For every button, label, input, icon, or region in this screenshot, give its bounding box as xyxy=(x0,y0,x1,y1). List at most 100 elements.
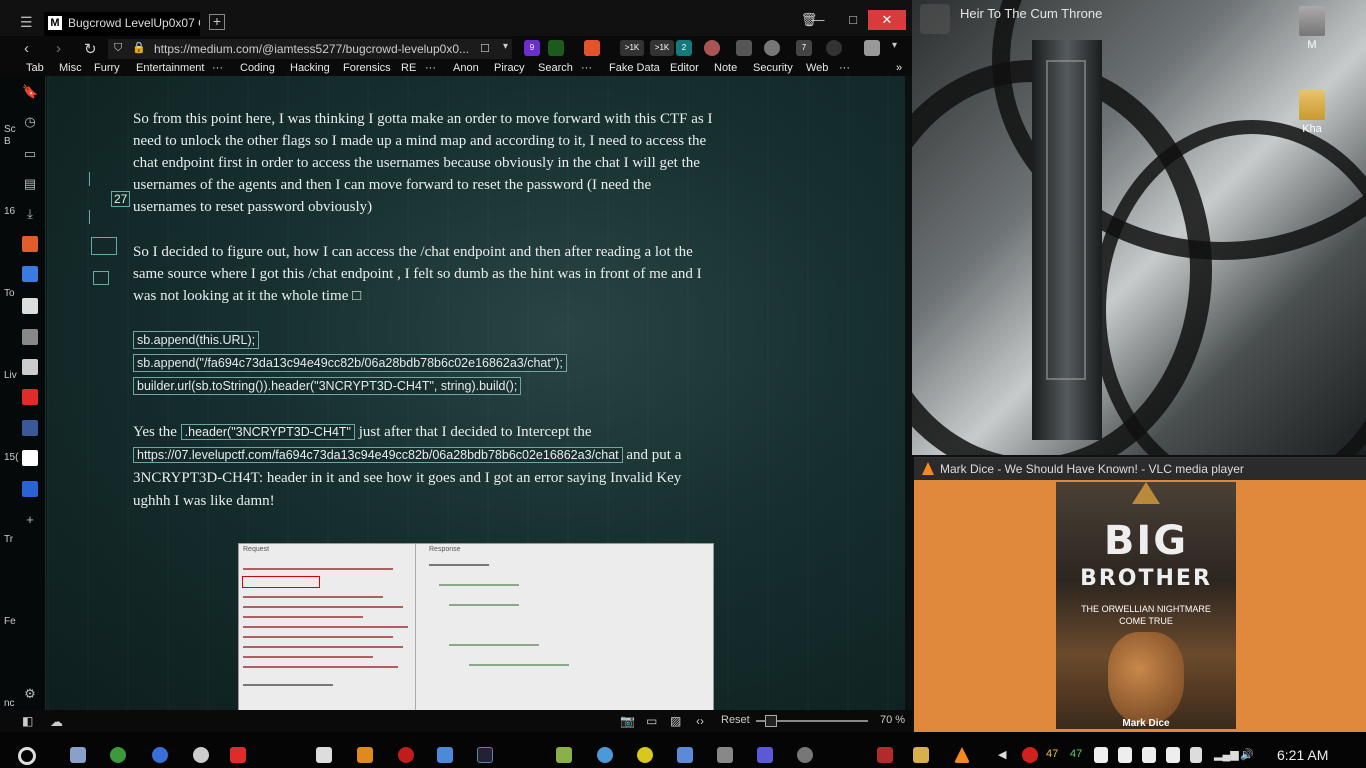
chromium-icon[interactable] xyxy=(152,747,168,763)
extension-icon-mask[interactable] xyxy=(826,40,842,56)
extension-icon-green[interactable] xyxy=(548,40,564,56)
extension-icon-ip[interactable] xyxy=(764,40,780,56)
extension-badge-5[interactable]: 7 xyxy=(796,40,812,56)
bookmark-item[interactable]: Entertainment xyxy=(136,62,204,74)
bookmark-item[interactable]: Security xyxy=(753,62,793,74)
bookmarks-panel-icon[interactable]: 🔖 xyxy=(22,84,38,100)
notes-icon[interactable]: ▤ xyxy=(22,176,38,192)
code-icon[interactable]: ‹› xyxy=(696,714,704,728)
bookmark-item[interactable]: Hacking xyxy=(290,62,330,74)
shield-icon[interactable]: ⛉ xyxy=(114,42,122,55)
history-icon[interactable]: ◷ xyxy=(22,114,38,130)
chevron-right-icon[interactable]: » xyxy=(896,62,902,74)
terminal-icon[interactable] xyxy=(477,747,493,763)
wifi-icon[interactable]: ▂▄▆ xyxy=(1214,748,1239,761)
vivaldi-icon[interactable] xyxy=(230,747,246,763)
zoom-slider-handle[interactable] xyxy=(765,715,777,727)
volume-icon[interactable]: 🔊 xyxy=(1240,748,1254,761)
close-button[interactable]: ✕ xyxy=(868,10,906,30)
camera-icon[interactable]: 📷 xyxy=(620,714,635,728)
window-icon[interactable]: ▭ xyxy=(646,714,657,728)
bookmark-item[interactable]: Misc xyxy=(59,62,82,74)
zoom-reset-button[interactable]: Reset xyxy=(721,714,750,726)
clipboard-tray-icon[interactable] xyxy=(1190,747,1202,763)
files-app-icon[interactable] xyxy=(70,747,86,763)
gaming-app-icon[interactable] xyxy=(717,747,733,763)
panel-toggle-icon[interactable]: ◧ xyxy=(22,714,33,728)
chevron-down-icon[interactable]: ▾ xyxy=(503,41,508,52)
web-panel-gray-icon[interactable] xyxy=(22,329,38,345)
bookmark-item[interactable]: Tab xyxy=(26,62,44,74)
hamburger-icon[interactable]: ☰ xyxy=(20,14,33,31)
bookmark-item[interactable]: Editor xyxy=(670,62,699,74)
maximize-button[interactable]: □ xyxy=(838,10,868,30)
extension-badge-1[interactable]: 9 xyxy=(524,40,540,56)
bookmark-item[interactable]: Web xyxy=(806,62,828,74)
google-icon[interactable] xyxy=(22,450,38,466)
start-menu-icon[interactable] xyxy=(18,747,36,765)
cherry-icon[interactable] xyxy=(398,747,414,763)
bookmark-item[interactable]: Coding xyxy=(240,62,275,74)
chrome-icon[interactable] xyxy=(110,747,126,763)
web-panel-translate-icon[interactable] xyxy=(22,266,38,282)
extension-badge-4[interactable]: 2 xyxy=(676,40,692,56)
youtube-icon[interactable] xyxy=(22,389,38,405)
bookmark-item[interactable]: Piracy xyxy=(494,62,525,74)
reading-list-icon[interactable]: ▭ xyxy=(22,146,38,162)
settings-gear-icon[interactable]: ⚙ xyxy=(22,686,38,702)
tray-window-icon[interactable] xyxy=(1142,747,1156,763)
tray-window-icon[interactable] xyxy=(1094,747,1108,763)
browser-icon[interactable] xyxy=(193,747,209,763)
bookmark-item[interactable]: Furry xyxy=(94,62,120,74)
extension-icon-orange[interactable] xyxy=(584,40,600,56)
folder-app-icon[interactable] xyxy=(913,747,929,763)
tray-window-icon[interactable] xyxy=(1166,747,1180,763)
calculator-icon[interactable] xyxy=(316,747,332,763)
shield-panel-icon[interactable] xyxy=(22,481,38,497)
image-icon[interactable]: ▨ xyxy=(670,714,681,728)
extension-icon-p[interactable] xyxy=(864,40,880,56)
sublime-icon[interactable] xyxy=(357,747,373,763)
bug-app-icon[interactable] xyxy=(677,747,693,763)
cloud-sync-icon[interactable]: ☁ xyxy=(50,714,63,730)
web-panel-tumblr-icon[interactable] xyxy=(22,236,38,252)
vlc-titlebar[interactable]: Mark Dice - We Should Have Known! - VLC … xyxy=(914,458,1366,480)
target-app-icon[interactable] xyxy=(637,747,653,763)
menu-dropdown-icon[interactable]: ▾ xyxy=(892,40,897,51)
web-panel-incognito-icon[interactable] xyxy=(22,298,38,314)
response-icon[interactable] xyxy=(91,237,117,255)
cookie-extension-icon[interactable] xyxy=(704,40,720,56)
bookmark-item[interactable]: Note xyxy=(714,62,737,74)
extension-badge-3[interactable]: >1K xyxy=(650,40,674,56)
notes-app-icon[interactable] xyxy=(556,747,572,763)
disk-app-icon[interactable] xyxy=(797,747,813,763)
editor-icon[interactable] xyxy=(437,747,453,763)
extension-icon-gray[interactable] xyxy=(736,40,752,56)
bookmark-item[interactable]: RE xyxy=(401,62,416,74)
bookmark-item[interactable]: Forensics xyxy=(343,62,391,74)
desktop-window-icon[interactable] xyxy=(920,4,950,34)
network-app-icon[interactable] xyxy=(597,747,613,763)
tray-window-icon[interactable] xyxy=(1118,747,1132,763)
bookmark-item[interactable]: Anon xyxy=(453,62,479,74)
bookmark-item[interactable]: Search xyxy=(538,62,573,74)
desktop-folder-kha[interactable]: Kha xyxy=(1292,90,1332,135)
gmail-tray-icon[interactable] xyxy=(1022,747,1038,763)
address-bar[interactable]: ⛉ 🔒 https://medium.com/@iamtess5277/bugc… xyxy=(108,39,512,59)
bookmark-article-icon[interactable] xyxy=(93,271,109,285)
forward-icon[interactable]: › xyxy=(56,40,61,57)
bookmark-item[interactable]: Fake Data xyxy=(609,62,660,74)
extension-badge-2[interactable]: >1K xyxy=(620,40,644,56)
minimize-button[interactable]: — xyxy=(808,10,828,30)
back-icon[interactable]: ‹ xyxy=(24,40,29,57)
bookmark-icon[interactable]: ☐ xyxy=(480,42,490,55)
downloads-icon[interactable]: ⤓ xyxy=(22,206,38,222)
add-panel-icon[interactable]: + xyxy=(22,512,38,528)
facebook-icon[interactable] xyxy=(22,420,38,436)
desktop-file-m[interactable]: M xyxy=(1292,6,1332,51)
web-panel-ip-icon[interactable] xyxy=(22,359,38,375)
tool-app-icon[interactable] xyxy=(757,747,773,763)
vlc-video-area[interactable]: BIG BROTHER THE ORWELLIAN NIGHTMARE COME… xyxy=(920,482,1360,729)
new-tab-button[interactable]: + xyxy=(209,14,225,30)
tab-active[interactable]: M Bugcrowd LevelUp0x07 CTF xyxy=(44,12,200,36)
